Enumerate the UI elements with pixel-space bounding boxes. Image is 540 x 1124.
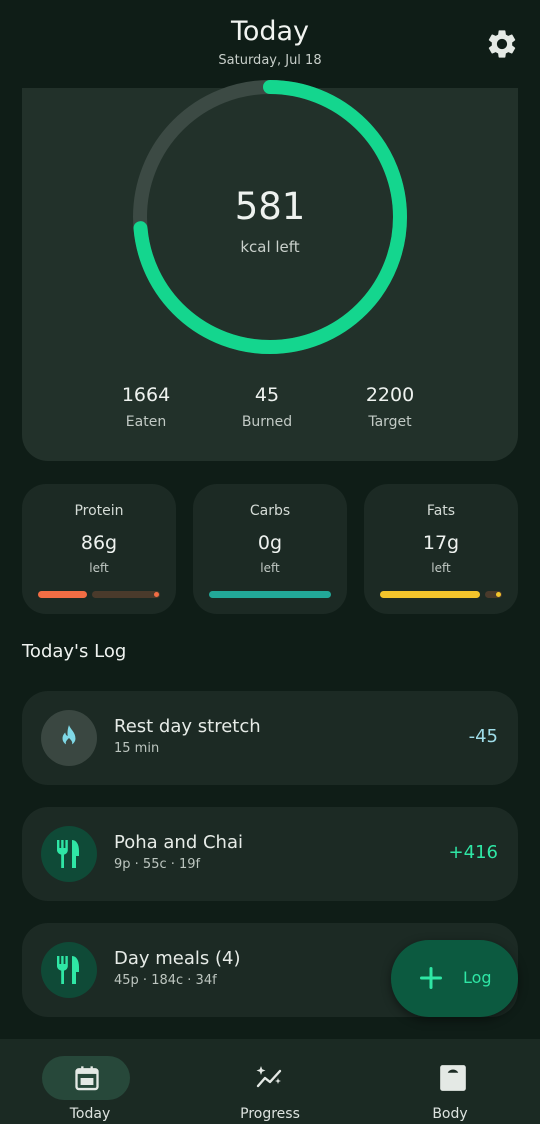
- calorie-summary-card: 581 kcal left 1664 Eaten 45 Burned 2200 …: [22, 80, 518, 461]
- macro-card-fats[interactable]: Fats 17g left: [364, 484, 518, 614]
- stat-target-value: 2200: [365, 384, 415, 406]
- macro-bar-fill: [38, 591, 87, 598]
- stat-burned-value: 45: [254, 384, 280, 406]
- bottom-navigation: Today Progress Body: [0, 1039, 540, 1124]
- stat-burned-label: Burned: [241, 414, 293, 430]
- nav-item-today[interactable]: Today: [0, 1039, 180, 1124]
- log-item-detail: 9p · 55c · 19f: [114, 857, 201, 872]
- nav-label: Progress: [240, 1106, 300, 1122]
- macro-bar-end-dot: [154, 592, 159, 597]
- page-title: Today: [230, 16, 310, 47]
- calories-remaining: 581: [234, 185, 306, 228]
- log-item-name: Rest day stretch: [114, 716, 261, 737]
- fork-knife-icon: [41, 942, 97, 998]
- calories-remaining-label: kcal left: [240, 238, 300, 256]
- macro-sub: left: [260, 561, 280, 575]
- macro-name: Fats: [426, 503, 456, 519]
- macro-bar-track: [92, 591, 160, 598]
- log-item-name: Day meals (4): [114, 948, 241, 969]
- nav-label: Body: [432, 1106, 468, 1122]
- macro-sub: left: [431, 561, 451, 575]
- macro-name: Carbs: [249, 503, 291, 519]
- log-item-calories: -45: [468, 726, 498, 747]
- gear-icon[interactable]: [485, 27, 519, 61]
- log-item-detail: 15 min: [114, 741, 160, 756]
- macro-card-carbs[interactable]: Carbs 0g left: [193, 484, 347, 614]
- macro-bar-end-dot: [496, 592, 501, 597]
- fork-knife-icon: [41, 826, 97, 882]
- stat-burned: 45 Burned: [207, 384, 327, 430]
- stat-target-label: Target: [368, 414, 412, 430]
- macro-bar-fill: [380, 591, 480, 598]
- stat-eaten-value: 1664: [121, 384, 171, 406]
- macro-value: 17g: [422, 532, 460, 554]
- macro-value: 0g: [257, 532, 283, 554]
- nav-item-body[interactable]: Body: [360, 1039, 540, 1124]
- log-item-name: Poha and Chai: [114, 832, 243, 853]
- log-item-calories: +416: [448, 842, 498, 863]
- stat-eaten: 1664 Eaten: [86, 384, 206, 430]
- header: Today Saturday, Jul 18: [0, 0, 540, 88]
- nav-label: Today: [69, 1106, 111, 1122]
- log-section-title: Today's Log: [22, 641, 127, 662]
- stat-target: 2200 Target: [330, 384, 450, 430]
- macro-value: 86g: [80, 532, 118, 554]
- macro-bar-fill: [209, 591, 331, 598]
- page-date: Saturday, Jul 18: [218, 53, 322, 68]
- log-item-meal[interactable]: Poha and Chai 9p · 55c · 19f +416: [22, 807, 518, 901]
- log-item-detail: 45p · 184c · 34f: [114, 973, 217, 988]
- macro-card-protein[interactable]: Protein 86g left: [22, 484, 176, 614]
- stat-eaten-label: Eaten: [125, 414, 167, 430]
- macro-sub: left: [89, 561, 109, 575]
- flame-icon: [41, 710, 97, 766]
- add-log-label: Log: [463, 968, 492, 987]
- nav-item-progress[interactable]: Progress: [180, 1039, 360, 1124]
- add-log-button[interactable]: Log: [391, 940, 518, 1017]
- sparkle-chart-icon: [256, 1066, 282, 1088]
- plus-icon: [420, 967, 442, 989]
- calendar-icon: [75, 1066, 99, 1091]
- macro-name: Protein: [74, 503, 124, 519]
- scale-icon: [440, 1065, 466, 1091]
- log-item-exercise[interactable]: Rest day stretch 15 min -45: [22, 691, 518, 785]
